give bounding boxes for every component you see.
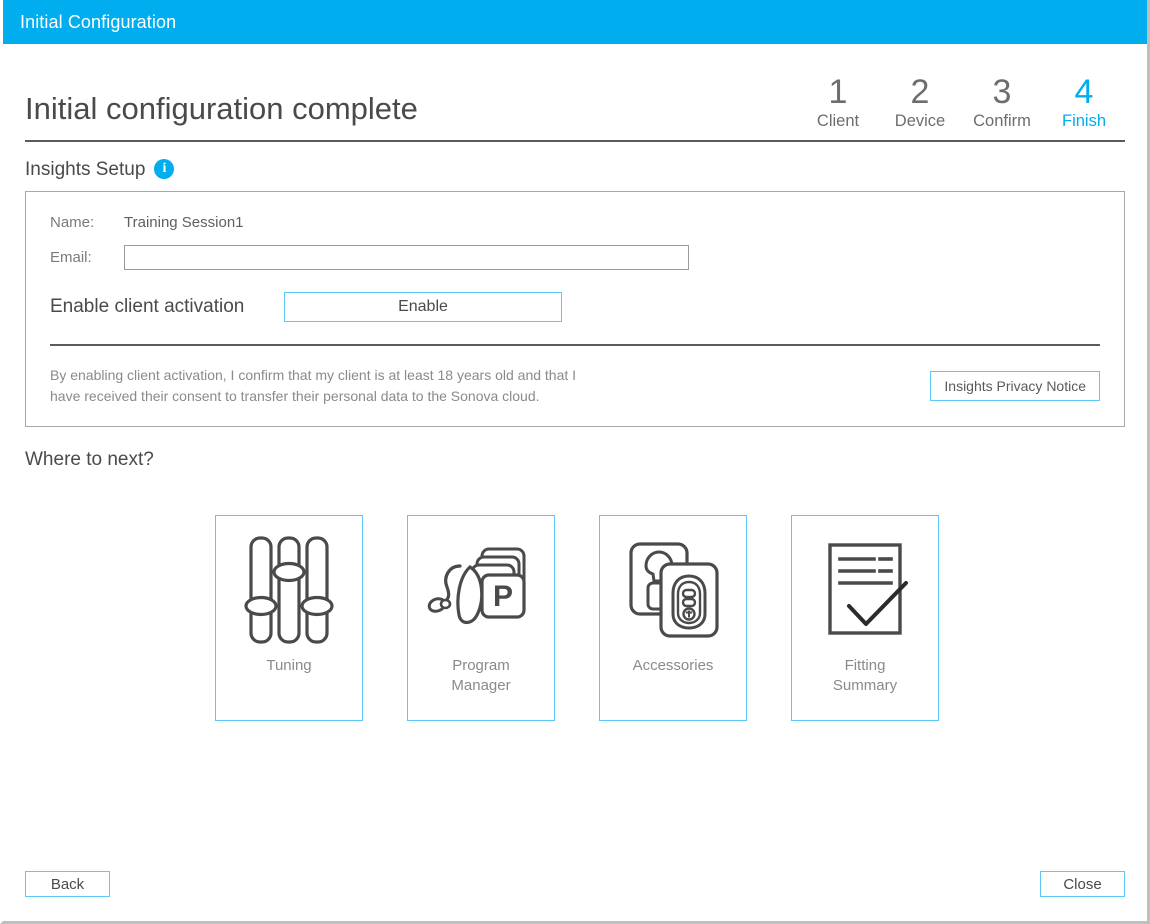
step-device-label: Device <box>894 112 946 131</box>
where-to-next-heading: Where to next? <box>25 449 154 471</box>
email-label: Email: <box>50 249 92 266</box>
step-device[interactable]: 2 Device <box>879 72 961 132</box>
insights-privacy-notice-button[interactable]: Insights Privacy Notice <box>930 370 1100 401</box>
card-program-manager-label: Program Manager <box>445 656 516 695</box>
client-activation-row: Enable client activation Enable <box>50 292 1100 322</box>
info-icon[interactable]: i <box>154 159 175 179</box>
card-program-manager-label-line1: Program <box>452 657 510 675</box>
step-confirm-number: 3 <box>992 72 1012 111</box>
email-row: Email: <box>50 245 1100 270</box>
accessories-icon <box>623 524 723 656</box>
step-client[interactable]: 1 Client <box>797 72 879 132</box>
step-client-number: 1 <box>828 72 848 111</box>
hearing-aid-programs-icon: P <box>427 524 535 656</box>
card-program-manager[interactable]: P Program Manager <box>407 515 555 722</box>
card-accessories-label: Accessories <box>632 657 714 675</box>
insights-section-header: Insights Setup i <box>25 159 1125 179</box>
name-label: Name: <box>50 214 95 231</box>
footer-bar: Back Close <box>25 871 1125 897</box>
card-tuning[interactable]: Tuning <box>215 515 363 722</box>
step-confirm[interactable]: 3 Confirm <box>961 72 1043 132</box>
card-fitting-summary-label: Fitting Summary <box>827 656 903 695</box>
step-finish-label: Finish <box>1061 112 1106 131</box>
back-button[interactable]: Back <box>25 871 110 897</box>
card-fitting-summary[interactable]: Fitting Summary <box>791 515 939 722</box>
name-row: Name: Training Session1 <box>50 214 1100 231</box>
card-fitting-summary-label-line2: Summary <box>832 676 898 694</box>
insights-panel-divider <box>50 344 1100 346</box>
step-finish[interactable]: 4 Finish <box>1043 72 1125 132</box>
window-title: Initial Configuration <box>20 12 177 32</box>
insights-panel: Name: Training Session1 Email: Enable cl… <box>25 191 1125 428</box>
page-title: Initial configuration complete <box>25 90 418 126</box>
step-device-number: 2 <box>910 72 930 111</box>
consent-text: By enabling client activation, I confirm… <box>50 367 577 404</box>
enable-button[interactable]: Enable <box>284 292 562 322</box>
card-accessories[interactable]: Accessories <box>599 515 747 722</box>
step-finish-number: 4 <box>1074 72 1094 111</box>
card-tuning-label: Tuning <box>266 657 312 675</box>
initial-configuration-window: Initial Configuration Initial configurat… <box>0 0 1150 924</box>
name-value: Training Session1 <box>124 214 244 231</box>
email-input[interactable] <box>124 245 689 270</box>
step-indicator: 1 Client 2 Device 3 Confirm 4 Finish <box>797 72 1125 134</box>
where-to-next-cards: Tuning P Program Manager Accessories Fit… <box>25 515 1125 722</box>
document-check-icon <box>818 524 912 656</box>
client-activation-label: Enable client activation <box>50 296 245 317</box>
header-divider <box>25 140 1125 142</box>
card-program-manager-label-line2: Manager <box>451 676 511 694</box>
sliders-icon <box>243 524 335 656</box>
dialog-content: Initial configuration complete 1 Client … <box>3 44 1147 921</box>
header-row: Initial configuration complete 1 Client … <box>25 44 1125 134</box>
step-client-label: Client <box>816 112 860 131</box>
consent-row: By enabling client activation, I confirm… <box>50 365 1100 406</box>
close-button[interactable]: Close <box>1040 871 1125 897</box>
step-confirm-label: Confirm <box>973 112 1031 131</box>
card-fitting-summary-label-line1: Fitting <box>844 657 886 675</box>
svg-text:P: P <box>493 580 513 613</box>
insights-section-title: Insights Setup <box>25 158 146 180</box>
window-titlebar: Initial Configuration <box>3 0 1147 44</box>
